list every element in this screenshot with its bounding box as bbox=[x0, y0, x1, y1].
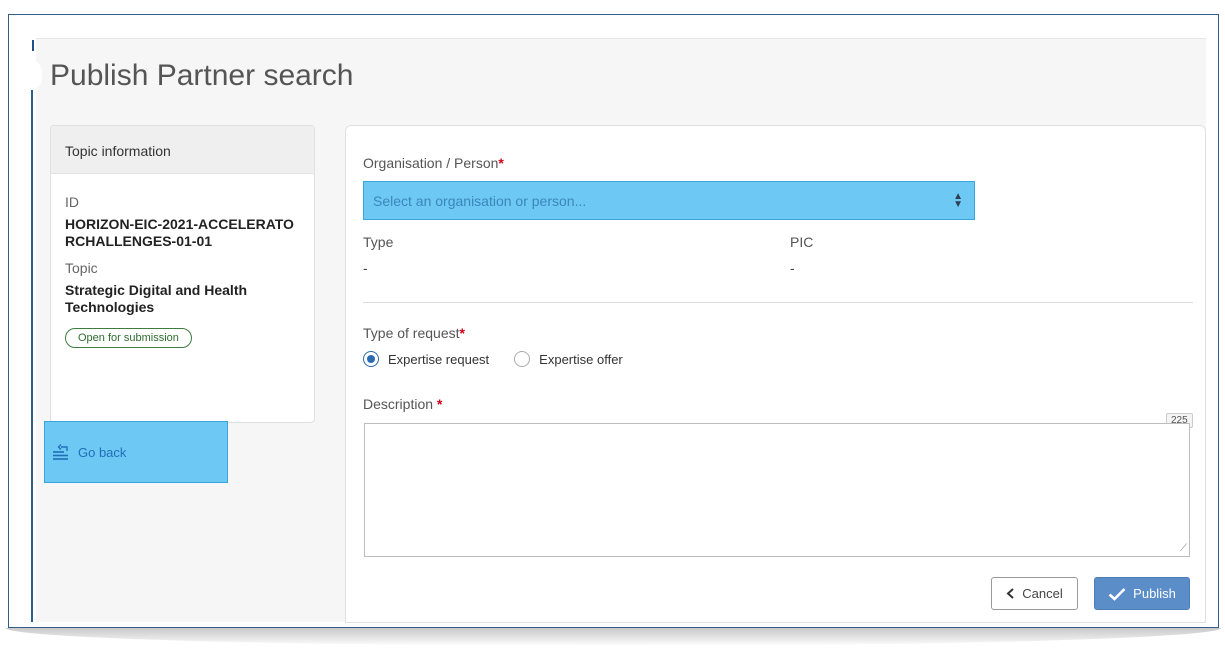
type-label: Type bbox=[363, 234, 394, 250]
type-value: - bbox=[363, 260, 368, 276]
pic-value: - bbox=[790, 260, 795, 276]
required-mark: * bbox=[459, 325, 465, 341]
publish-button[interactable]: Publish bbox=[1094, 577, 1190, 610]
check-icon bbox=[1108, 587, 1126, 601]
pic-label: PIC bbox=[790, 234, 814, 250]
go-back-button[interactable]: Go back bbox=[44, 421, 228, 483]
page-container: Publish Partner search Topic information… bbox=[30, 38, 1206, 623]
go-back-label: Go back bbox=[78, 444, 127, 460]
request-type-label-text: Type of request bbox=[363, 325, 460, 341]
org-label-text: Organisation / Person bbox=[363, 155, 499, 171]
chevron-left-icon bbox=[1006, 588, 1015, 599]
title-notch bbox=[30, 60, 42, 90]
cancel-label: Cancel bbox=[1022, 586, 1063, 601]
resize-grip-icon[interactable]: ⟋ bbox=[1180, 544, 1187, 554]
org-field-label: Organisation / Person* bbox=[363, 155, 504, 171]
request-type-radio-group: Expertise request Expertise offer bbox=[363, 351, 648, 367]
topic-id-label: ID bbox=[65, 194, 79, 210]
topic-info-card: Topic information ID HORIZON-EIC-2021-AC… bbox=[50, 125, 315, 423]
select-caret-icon: ▲ ▼ bbox=[953, 191, 963, 210]
description-textarea[interactable]: ⟋ bbox=[364, 423, 1190, 557]
radio-expertise-request-label: Expertise request bbox=[388, 351, 490, 367]
list-back-icon bbox=[52, 443, 70, 461]
request-type-field-label: Type of request* bbox=[363, 325, 465, 341]
topic-value: Strategic Digital and Health Technologie… bbox=[65, 282, 248, 315]
radio-expertise-request[interactable]: Expertise request bbox=[363, 351, 489, 367]
organisation-select-placeholder: Select an organisation or person... bbox=[373, 192, 587, 209]
publish-form-card: Organisation / Person* Select an organis… bbox=[345, 125, 1206, 623]
left-rule bbox=[31, 90, 33, 622]
page-title: Publish Partner search bbox=[50, 59, 354, 92]
organisation-select[interactable]: Select an organisation or person... ▲ ▼ bbox=[363, 181, 975, 220]
left-marker bbox=[32, 40, 34, 51]
publish-label: Publish bbox=[1133, 586, 1176, 601]
radio-expertise-offer[interactable]: Expertise offer bbox=[514, 351, 623, 367]
description-label-text: Description bbox=[363, 396, 434, 412]
frame-shadow bbox=[6, 628, 1221, 646]
required-mark: * bbox=[498, 155, 504, 171]
radio-checked-icon[interactable] bbox=[363, 351, 379, 367]
topic-info-header: Topic information bbox=[51, 126, 314, 174]
section-divider bbox=[363, 302, 1193, 303]
status-badge: Open for submission bbox=[65, 328, 192, 348]
topic-label: Topic bbox=[65, 260, 98, 276]
topic-id-value: HORIZON-EIC-2021-ACCELERATORCHALLENGES-0… bbox=[65, 216, 294, 249]
radio-expertise-offer-label: Expertise offer bbox=[539, 351, 623, 367]
description-field-label: Description * bbox=[363, 396, 442, 412]
required-mark: * bbox=[436, 396, 443, 412]
radio-unchecked-icon[interactable] bbox=[514, 351, 531, 367]
cancel-button[interactable]: Cancel bbox=[991, 577, 1078, 610]
topic-info-body: ID HORIZON-EIC-2021-ACCELERATORCHALLENGE… bbox=[51, 174, 314, 348]
